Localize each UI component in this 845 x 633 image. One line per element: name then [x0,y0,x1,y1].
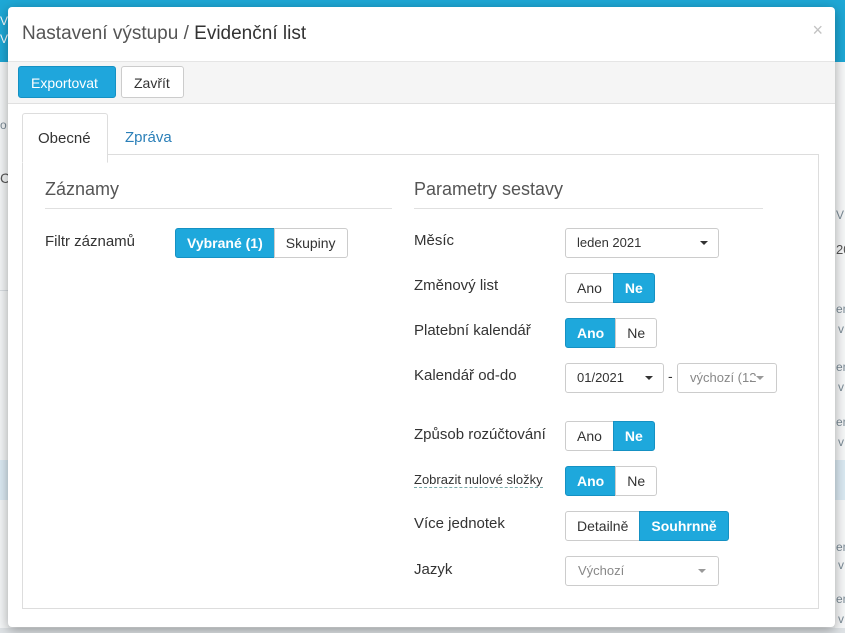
params-section-divider [414,208,763,209]
changed-sheet-toggle: Ano Ne [565,273,655,303]
filter-label: Filtr záznamů [45,233,136,250]
background-text: v [838,322,844,336]
calendar-from-value: 01/2021 [577,370,624,385]
export-button[interactable]: Exportovat [18,66,116,98]
records-section-title: Záznamy [45,179,120,199]
background-text: en [836,360,845,374]
calendar-range-separator: - [668,368,673,384]
allocation-no[interactable]: Ne [612,421,655,451]
month-label: Měsíc [414,232,455,249]
background-text: v [838,558,844,572]
close-button[interactable]: Zavřít [121,66,184,98]
background-text: en [836,592,845,606]
modal-title-separator: / [178,23,195,44]
month-value: leden 2021 [577,235,642,250]
allocation-yes[interactable]: Ano [565,421,614,451]
zero-items-no[interactable]: Ne [615,466,658,496]
records-section-divider [45,208,392,209]
background-text: v [838,435,844,449]
calendar-range-label: Kalendář od-do [414,367,517,384]
changed-sheet-no[interactable]: Ne [612,273,655,303]
changed-sheet-label: Změnový list [414,277,499,294]
modal-title: Nastavení výstupu / Evidenční list [22,23,306,45]
payment-calendar-label: Platební kalendář [414,322,531,339]
allocation-label: Způsob rozúčtování [414,426,546,443]
filter-option-selected[interactable]: Vybrané (1) [175,228,275,258]
allocation-toggle: Ano Ne [565,421,655,451]
multi-units-detailed[interactable]: Detailně [565,511,641,541]
zero-items-toggle: Ano Ne [565,466,658,496]
background-highlight-row [0,460,8,500]
language-value: Výchozí [578,563,625,578]
month-select[interactable]: leden 2021 [565,228,719,258]
chevron-down-icon [700,241,708,245]
background-text: 20 [836,242,845,257]
multi-units-toggle: Detailně Souhrnně [565,511,729,541]
chevron-down-icon [756,376,764,380]
calendar-from-select[interactable]: 01/2021 [565,363,664,393]
params-section-title: Parametry sestavy [414,179,564,199]
background-text: o [0,118,7,132]
chevron-down-icon [645,376,653,380]
calendar-to-select[interactable]: výchozí (12 [677,363,777,393]
modal-header: Nastavení výstupu / Evidenční list × [8,7,835,62]
background-highlight-row [835,460,845,500]
multi-units-summary[interactable]: Souhrnně [639,511,729,541]
close-icon[interactable]: × [812,20,823,41]
background-text: en [836,302,845,316]
filter-toggle: Vybrané (1) Skupiny [175,228,348,258]
zero-items-label[interactable]: Zobrazit nulové složky [414,472,543,488]
multi-units-label: Více jednotek [414,515,505,532]
modal-title-prefix: Nastavení výstupu [22,23,179,44]
modal-title-text: Evidenční list [194,23,307,44]
tab-general[interactable]: Obecné [22,113,108,163]
background-divider [0,290,8,291]
chevron-down-icon [698,569,706,573]
language-label: Jazyk [414,561,453,578]
background-text: V [0,14,9,28]
background-bottom-bar [0,628,845,633]
payment-calendar-toggle: Ano Ne [565,318,658,348]
filter-option-groups[interactable]: Skupiny [273,228,348,258]
changed-sheet-yes[interactable]: Ano [565,273,614,303]
background-text: en [836,415,845,429]
payment-calendar-no[interactable]: Ne [615,318,658,348]
background-text: en [836,540,845,554]
zero-items-yes[interactable]: Ano [565,466,617,496]
language-select[interactable]: Výchozí [565,556,719,586]
background-text: V [0,32,9,46]
background-text: v [838,380,844,394]
background-left-strip [0,62,8,633]
background-text: v [838,612,844,626]
payment-calendar-yes[interactable]: Ano [565,318,617,348]
calendar-to-value: výchozí (12 [690,370,757,385]
modal-toolbar: Exportovat Zavřít [8,62,835,104]
background-text: V [836,208,845,222]
